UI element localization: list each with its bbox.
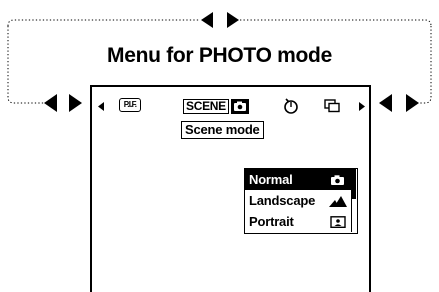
pif-icon-text: P.I.F. <box>123 100 137 109</box>
self-timer-icon[interactable] <box>283 97 299 114</box>
diagram-title: Menu for PHOTO mode <box>107 44 332 67</box>
list-item-label: Normal <box>249 172 293 187</box>
list-item-landscape[interactable]: Landscape <box>245 190 351 211</box>
camera-icon <box>230 98 249 114</box>
menu-right-arrow-icon[interactable] <box>358 102 365 111</box>
pif-icon[interactable]: P.I.F. <box>119 98 141 112</box>
scene-mode-tooltip: Scene mode <box>181 121 264 139</box>
list-item-normal[interactable]: Normal <box>245 169 351 190</box>
scene-label: SCENE <box>183 98 229 114</box>
scene-mode-list: Normal Landscape Portrait <box>244 168 358 234</box>
top-arrows-icon <box>201 12 239 28</box>
camera-screen: P.I.F. SCENE Scene mode Normal Landscape… <box>90 85 371 292</box>
list-item-portrait[interactable]: Portrait <box>245 211 351 232</box>
scrollbar-thumb[interactable] <box>352 169 356 199</box>
left-arrows-icon <box>44 94 82 112</box>
right-arrows-icon <box>379 94 419 112</box>
mountains-icon <box>329 195 347 207</box>
list-scrollbar[interactable] <box>351 169 357 232</box>
continuous-shooting-icon[interactable] <box>324 99 341 113</box>
camera-icon <box>329 174 347 186</box>
portrait-icon <box>329 215 347 228</box>
menu-left-arrow-icon[interactable] <box>98 102 105 111</box>
scene-menu-item[interactable]: SCENE <box>183 98 249 114</box>
list-item-label: Portrait <box>249 214 294 229</box>
list-item-label: Landscape <box>249 193 316 208</box>
